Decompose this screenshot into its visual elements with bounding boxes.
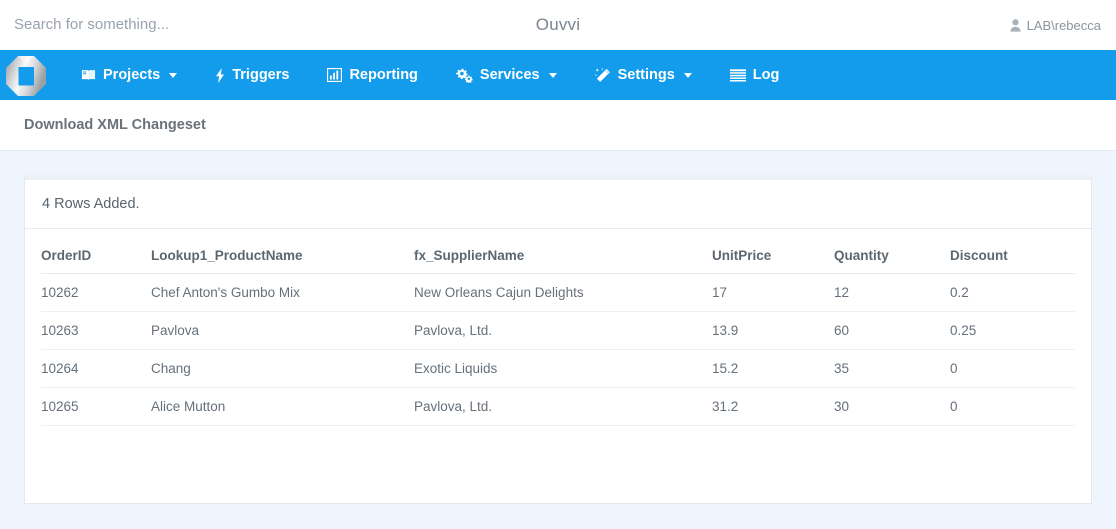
chevron-down-icon [169,72,178,78]
column-header-discount[interactable]: Discount [950,239,1075,274]
cell-orderid: 10264 [41,349,151,388]
table-body: 10262 Chef Anton's Gumbo Mix New Orleans… [41,273,1075,426]
results-card: 4 Rows Added. OrderID Lookup1_ProductNam… [24,175,1092,504]
page-content: 4 Rows Added. OrderID Lookup1_ProductNam… [0,151,1116,529]
nav-item-log[interactable]: Log [711,50,799,100]
cell-orderid: 10263 [41,311,151,350]
bolt-icon [215,67,225,83]
chevron-down-icon [548,72,557,78]
top-bar: Ouvvi LAB\rebecca [0,0,1116,50]
column-header-unitprice[interactable]: UnitPrice [712,239,834,274]
cell-unitprice: 31.2 [712,387,834,426]
cell-unitprice: 17 [712,273,834,312]
nav-item-triggers[interactable]: Triggers [196,50,308,100]
nav-item-settings[interactable]: Settings [576,50,711,100]
cell-productname: Chang [151,349,414,388]
search-input[interactable] [0,8,330,42]
changeset-table: OrderID Lookup1_ProductName fx_SupplierN… [41,239,1075,426]
cell-productname: Chef Anton's Gumbo Mix [151,273,414,312]
user-menu[interactable]: LAB\rebecca [1009,0,1101,50]
table-row: 10265 Alice Mutton Pavlova, Ltd. 31.2 30… [41,387,1075,426]
cell-quantity: 60 [834,311,950,350]
table-row: 10264 Chang Exotic Liquids 15.2 35 0 [41,349,1075,388]
nav-label: Services [479,67,540,83]
cell-orderid: 10262 [41,273,151,312]
cell-discount: 0.25 [950,311,1075,350]
table-header-row: OrderID Lookup1_ProductName fx_SupplierN… [41,239,1075,274]
cell-discount: 0 [950,387,1075,426]
nav-label: Projects [103,67,161,83]
table-row: 10262 Chef Anton's Gumbo Mix New Orleans… [41,273,1075,312]
book-icon [81,68,96,82]
cell-suppliername: Exotic Liquids [414,349,712,388]
nav-label: Triggers [232,67,290,83]
cell-suppliername: Pavlova, Ltd. [414,387,712,426]
column-header-productname[interactable]: Lookup1_ProductName [151,239,414,274]
cell-productname: Alice Mutton [151,387,414,426]
cell-suppliername: New Orleans Cajun Delights [414,273,712,312]
nav-item-reporting[interactable]: Reporting [308,50,436,100]
column-header-orderid[interactable]: OrderID [41,239,151,274]
nav-items: Projects Triggers Reporting Services Set… [62,50,798,100]
bar-chart-icon [327,68,343,82]
nav-label: Reporting [349,67,418,83]
cell-unitprice: 13.9 [712,311,834,350]
table-container: OrderID Lookup1_ProductName fx_SupplierN… [25,229,1091,426]
nav-label: Log [752,67,780,83]
page-header: Download XML Changeset [0,100,1116,151]
cell-quantity: 30 [834,387,950,426]
column-header-suppliername[interactable]: fx_SupplierName [414,239,712,274]
cell-discount: 0.2 [950,273,1075,312]
cell-unitprice: 15.2 [712,349,834,388]
column-header-quantity[interactable]: Quantity [834,239,950,274]
main-navbar: Projects Triggers Reporting Services Set… [0,50,1116,100]
nav-label: Settings [617,67,675,83]
results-summary: 4 Rows Added. [25,180,1091,229]
table-head: OrderID Lookup1_ProductName fx_SupplierN… [41,239,1075,274]
cell-suppliername: Pavlova, Ltd. [414,311,712,350]
cell-quantity: 12 [834,273,950,312]
gears-icon [455,68,473,83]
cell-orderid: 10265 [41,387,151,426]
user-icon [1009,18,1021,32]
chevron-down-icon [683,72,692,78]
nav-item-projects[interactable]: Projects [62,50,196,100]
cell-quantity: 35 [834,349,950,388]
nav-item-services[interactable]: Services [437,50,576,100]
cell-productname: Pavlova [151,311,414,350]
magic-wand-icon [594,67,611,83]
ouvvi-logo-icon [5,55,47,97]
table-row: 10263 Pavlova Pavlova, Ltd. 13.9 60 0.25 [41,311,1075,350]
cell-discount: 0 [950,349,1075,388]
brand-logo[interactable] [0,50,52,100]
list-icon [729,68,746,82]
user-name: LAB\rebecca [1026,17,1101,33]
page-title: Download XML Changeset [24,117,206,133]
